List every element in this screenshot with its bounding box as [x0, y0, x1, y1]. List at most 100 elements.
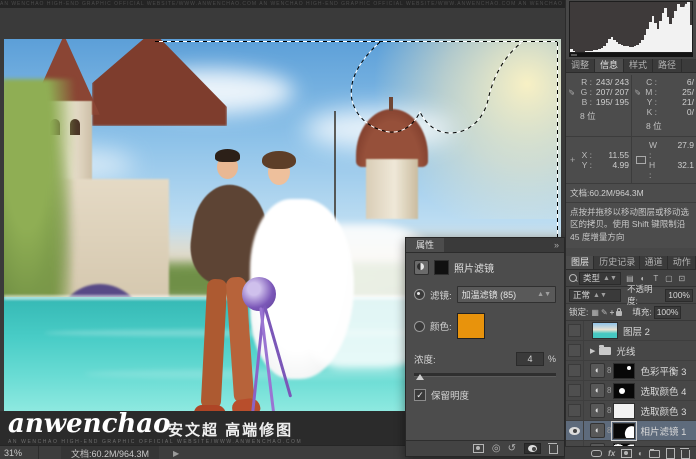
- lock-pixels-icon[interactable]: ✎: [601, 308, 608, 317]
- lock-position-icon[interactable]: +: [610, 308, 615, 317]
- layer-group-row[interactable]: ▶ 光线: [566, 341, 696, 361]
- visibility-toggle[interactable]: [566, 321, 584, 340]
- blend-mode-row: 正常▲▼ 不透明度: 100%: [566, 287, 696, 304]
- mask-link-icon[interactable]: 8: [607, 386, 611, 395]
- eyedropper-icon: ✎: [568, 87, 575, 96]
- visibility-toggle[interactable]: [566, 341, 584, 360]
- reset-adjustment-icon[interactable]: ↺: [508, 443, 516, 454]
- adjustment-title: 照片滤镜: [454, 260, 494, 275]
- mask-link-icon[interactable]: 8: [607, 406, 611, 415]
- tab-actions[interactable]: 动作: [668, 256, 696, 269]
- layer-row[interactable]: ◐ 8 选取颜色 3: [566, 401, 696, 421]
- collapse-panel-icon[interactable]: »: [554, 240, 559, 250]
- opacity-value: 100%: [668, 290, 690, 300]
- fill-field[interactable]: 100%: [654, 306, 682, 319]
- filter-adjustment-layers-icon[interactable]: ◐: [638, 274, 648, 283]
- add-mask-icon[interactable]: [621, 449, 632, 458]
- tab-info[interactable]: 信息: [595, 59, 624, 72]
- filter-select[interactable]: 加温滤镜 (85)▲▼: [457, 286, 556, 303]
- visibility-toggle[interactable]: [566, 421, 584, 440]
- info-y-label: Y :: [582, 160, 592, 170]
- group-expand-caret[interactable]: ▶: [590, 347, 595, 355]
- tab-styles[interactable]: 样式: [624, 59, 653, 72]
- watermark-brand-text: 安文超 高端修图: [168, 419, 293, 440]
- layer-mask-thumbnail[interactable]: [613, 363, 635, 379]
- layer-name: 色彩平衡 3: [640, 364, 686, 378]
- histogram-refresh-icon[interactable]: ⚠: [682, 2, 690, 12]
- filter-type-layers-icon[interactable]: T: [651, 274, 661, 283]
- density-slider[interactable]: [414, 372, 556, 380]
- layer-row[interactable]: 图层 2: [566, 321, 696, 341]
- watermark-script-text: anwenchao: [8, 411, 171, 439]
- histogram-bars: [570, 2, 692, 52]
- document-size-status[interactable]: 文档:60.2M/964.3M: [61, 446, 159, 459]
- layer-row-selected[interactable]: ◐ 8 相片滤镜 1: [566, 421, 696, 441]
- tab-layers[interactable]: 图层: [566, 256, 594, 269]
- delete-layer-icon[interactable]: [681, 450, 690, 459]
- slider-track: [414, 373, 556, 377]
- layer-style-icon[interactable]: fx: [608, 449, 615, 458]
- tab-adjustments[interactable]: 调整: [566, 59, 595, 72]
- lock-transparency-icon[interactable]: ▦: [591, 308, 599, 317]
- adjustment-layer-icon: ◐: [590, 403, 605, 418]
- info-m-label: M :: [645, 87, 657, 97]
- mask-badge-icon[interactable]: [434, 260, 449, 275]
- toggle-visibility-button[interactable]: [524, 443, 541, 454]
- zoom-level-field[interactable]: 31%: [0, 446, 39, 459]
- adjustment-layer-icon: ◐: [590, 363, 605, 378]
- filter-radio[interactable]: [414, 289, 425, 300]
- visibility-toggle[interactable]: [566, 381, 584, 400]
- new-group-icon[interactable]: [649, 450, 660, 458]
- info-bits-left[interactable]: 8 位: [570, 107, 629, 124]
- histogram-panel: ⚠: [569, 1, 693, 53]
- view-previous-state-icon[interactable]: ◎: [492, 443, 500, 454]
- filter-value: 加温滤镜 (85): [462, 288, 517, 301]
- filter-smart-objects-icon[interactable]: ⊡: [677, 274, 687, 283]
- delete-adjustment-icon[interactable]: [549, 445, 558, 454]
- density-field[interactable]: 4: [516, 352, 544, 366]
- mask-link-icon[interactable]: 8: [607, 426, 611, 435]
- info-y-value: 4.99: [595, 160, 629, 170]
- crosshair-icon: +: [570, 155, 575, 165]
- color-radio[interactable]: [414, 321, 425, 332]
- slider-thumb[interactable]: [416, 374, 424, 380]
- layer-thumbnail[interactable]: [592, 322, 618, 339]
- filter-label: 滤镜:: [430, 288, 452, 302]
- blend-mode-select[interactable]: 正常▲▼: [569, 289, 621, 302]
- filter-pixel-layers-icon[interactable]: ▤: [625, 274, 635, 283]
- opacity-field[interactable]: 100%: [665, 289, 693, 302]
- layer-filter-kind-select[interactable]: 类型▲▼: [579, 272, 621, 285]
- color-swatch[interactable]: [457, 313, 485, 339]
- tab-properties[interactable]: 属性: [406, 238, 444, 252]
- info-tool-hint: 点按并拖移以移动图层或移动选区的拷贝。使用 Shift 键限制沿 45 度增量方…: [566, 202, 696, 248]
- layer-row[interactable]: ◐ 8 色彩平衡 3: [566, 361, 696, 381]
- tab-history[interactable]: 历史记录: [594, 256, 639, 269]
- layer-mask-thumbnail[interactable]: [613, 423, 635, 439]
- layer-mask-thumbnail[interactable]: [613, 383, 635, 399]
- density-row: 浓度: 4 %: [406, 344, 564, 368]
- tab-paths[interactable]: 路径: [653, 59, 682, 72]
- layer-row[interactable]: ◐ 8 选取颜色 4: [566, 381, 696, 401]
- photo-shape: [389, 97, 393, 111]
- visibility-toggle[interactable]: [566, 401, 584, 420]
- density-label: 浓度:: [414, 352, 436, 366]
- status-expand-arrow[interactable]: ▶: [173, 449, 179, 458]
- info-r-value: 243/ 243: [595, 77, 629, 87]
- lock-all-icon[interactable]: [616, 311, 622, 316]
- layer-mask-thumbnail[interactable]: [613, 403, 635, 419]
- visibility-toggle[interactable]: [566, 361, 584, 380]
- filter-shape-layers-icon[interactable]: ▢: [664, 274, 674, 283]
- clip-to-layer-icon[interactable]: [473, 444, 484, 453]
- new-adjustment-layer-icon[interactable]: ◐: [638, 449, 643, 458]
- info-cmyk-readout: ✎ C :6/ M :25/ Y :21/ K :0/ 8 位: [631, 75, 696, 136]
- layers-panel-tabs: 图层 历史记录 通道 动作: [566, 256, 696, 270]
- tab-channels[interactable]: 通道: [640, 256, 668, 269]
- fill-label: 填充:: [632, 306, 651, 318]
- new-layer-icon[interactable]: [666, 448, 675, 459]
- info-bits-right[interactable]: 8 位: [636, 117, 694, 134]
- adjustment-title-row: 照片滤镜: [406, 253, 564, 281]
- preserve-luminosity-checkbox[interactable]: ✓: [414, 389, 426, 401]
- preserve-luminosity-row: ✓ 保留明度: [406, 380, 564, 410]
- link-layers-icon[interactable]: [591, 450, 602, 457]
- mask-link-icon[interactable]: 8: [607, 366, 611, 375]
